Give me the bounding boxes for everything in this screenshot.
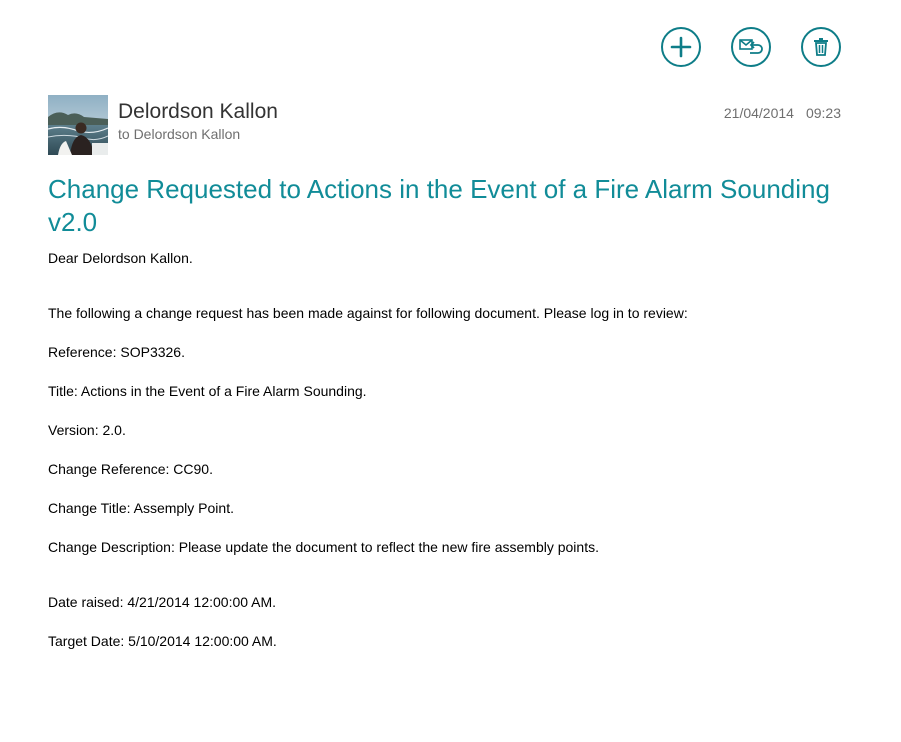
sender-name[interactable]: Delordson Kallon: [118, 99, 278, 125]
body-version: Version: 2.0.: [48, 422, 126, 438]
message-date: 21/04/2014: [723, 105, 794, 121]
body-reference: Reference: SOP3326.: [48, 344, 185, 360]
body-title: Title: Actions in the Event of a Fire Al…: [48, 383, 367, 399]
trash-icon: [814, 38, 828, 56]
body-change-description: Change Description: Please update the do…: [48, 539, 599, 555]
body-intro: The following a change request has been …: [48, 305, 688, 321]
body-greeting: Dear Delordson Kallon.: [48, 250, 193, 266]
message-time: 09:23: [805, 105, 841, 121]
email-reading-pane: Delordson Kallon to Delordson Kallon 21/…: [0, 0, 901, 742]
reply-icon: [739, 39, 763, 54]
body-date-raised: Date raised: 4/21/2014 12:00:00 AM.: [48, 594, 277, 610]
message-datetime: 21/04/2014 09:23: [724, 105, 841, 121]
body-change-reference: Change Reference: CC90.: [48, 461, 213, 477]
recipient-line: to Delordson Kallon: [118, 126, 241, 142]
sender-avatar: [48, 95, 108, 155]
plus-icon: [670, 36, 692, 58]
body-target-date: Target Date: 5/10/2014 12:00:00 AM.: [48, 633, 277, 649]
new-message-button[interactable]: [661, 27, 701, 67]
message-body: Dear Delordson Kallon. The following a c…: [48, 249, 688, 651]
body-change-title: Change Title: Assemply Point.: [48, 500, 234, 516]
reply-button[interactable]: [731, 27, 771, 67]
delete-button[interactable]: [801, 27, 841, 67]
sender-block: Delordson Kallon to Delordson Kallon: [118, 99, 278, 143]
message-toolbar: [661, 27, 841, 67]
message-subject: Change Requested to Actions in the Event…: [48, 174, 830, 237]
